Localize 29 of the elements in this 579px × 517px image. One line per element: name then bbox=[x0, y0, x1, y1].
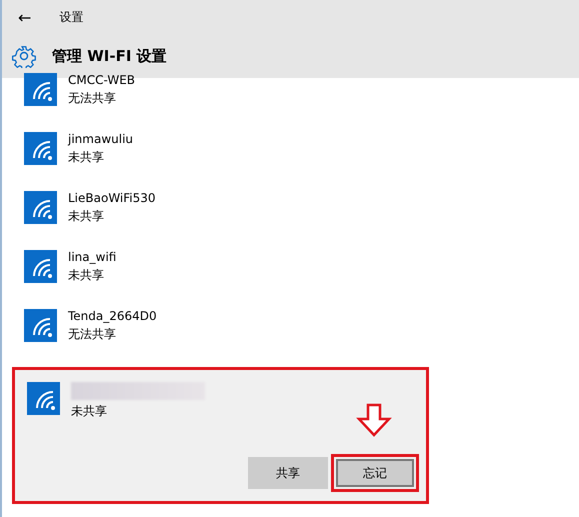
page-title: 管理 WI-FI 设置 bbox=[52, 46, 167, 66]
share-button[interactable]: 共享 bbox=[248, 457, 328, 489]
network-item[interactable]: LieBaoWiFi530 未共享 bbox=[2, 182, 579, 241]
back-button[interactable]: ← bbox=[18, 8, 32, 26]
network-status: 未共享 bbox=[68, 208, 105, 225]
wifi-icon bbox=[27, 382, 60, 415]
network-name[interactable]: LieBaoWiFi530 bbox=[68, 191, 579, 205]
window-title: 设置 bbox=[59, 8, 84, 26]
network-name[interactable]: jinmawuliu bbox=[68, 132, 579, 146]
settings-icon bbox=[12, 44, 36, 68]
wifi-icon bbox=[24, 132, 57, 165]
wifi-icon bbox=[24, 191, 57, 224]
network-item[interactable]: lina_wifi 未共享 bbox=[2, 241, 579, 300]
down-arrow-icon bbox=[356, 403, 392, 437]
network-item[interactable]: Tenda_2664D0 无法共享 bbox=[2, 300, 579, 359]
network-status: 未共享 bbox=[68, 267, 105, 284]
network-status: 未共享 bbox=[68, 149, 105, 166]
network-status: 无法共享 bbox=[68, 90, 117, 107]
network-status: 无法共享 bbox=[68, 326, 117, 343]
network-name[interactable]: lina_wifi bbox=[68, 250, 579, 264]
network-item[interactable]: jinmawuliu 未共享 bbox=[2, 123, 579, 182]
network-status: 未共享 bbox=[71, 403, 108, 420]
selected-network-item[interactable]: 未共享 共享 忘记 bbox=[12, 367, 429, 504]
wifi-icon bbox=[24, 309, 57, 342]
network-name[interactable]: CMCC-WEB bbox=[68, 73, 579, 87]
wifi-icon bbox=[24, 73, 57, 106]
network-item[interactable]: CMCC-WEB 无法共享 bbox=[2, 64, 579, 123]
network-name[interactable]: Tenda_2664D0 bbox=[68, 309, 579, 323]
wifi-icon bbox=[24, 250, 57, 283]
